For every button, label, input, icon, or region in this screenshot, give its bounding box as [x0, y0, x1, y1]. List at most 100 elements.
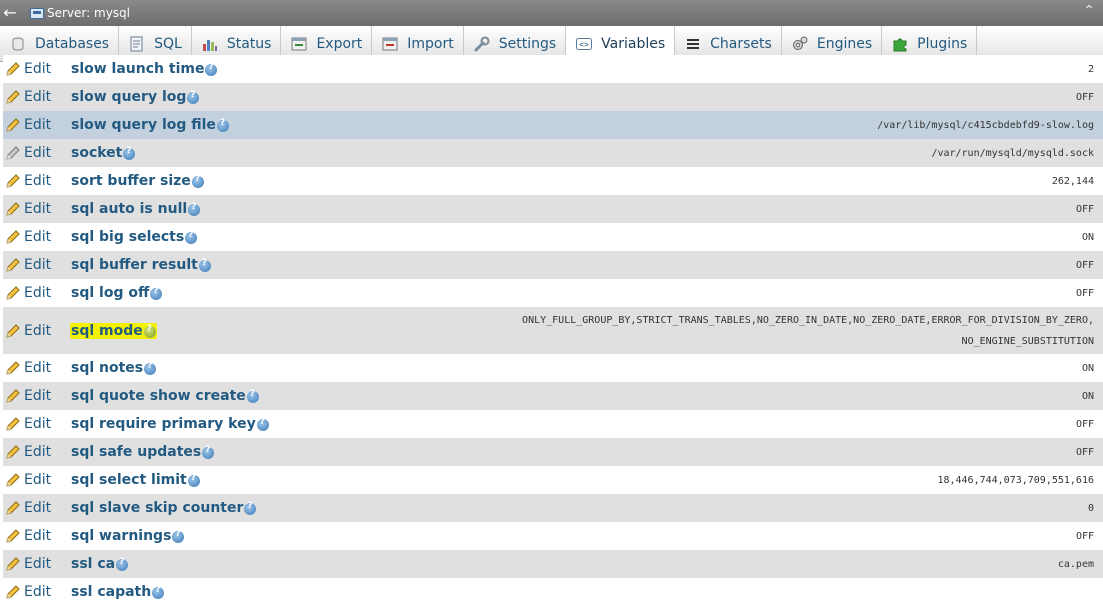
variable-name[interactable]: sort buffer size: [71, 173, 204, 189]
tab-label: Settings: [498, 35, 557, 52]
variable-name[interactable]: sql select limit: [71, 472, 200, 488]
help-icon[interactable]: [188, 202, 201, 216]
help-icon[interactable]: [198, 258, 211, 272]
edit-link[interactable]: Edit: [5, 556, 51, 572]
variable-name[interactable]: slow query log file: [71, 117, 229, 133]
variable-name[interactable]: sql big selects: [71, 229, 198, 245]
edit-link[interactable]: Edit: [5, 229, 51, 245]
edit-link[interactable]: Edit: [5, 388, 51, 404]
edit-link[interactable]: Edit: [5, 472, 51, 488]
help-icon[interactable]: [187, 90, 200, 104]
help-icon[interactable]: [123, 146, 136, 160]
help-icon[interactable]: [216, 118, 229, 132]
server-icon: [30, 7, 44, 19]
variable-value: 0: [1087, 502, 1094, 514]
page-title[interactable]: Server: mysql: [47, 6, 130, 20]
help-icon[interactable]: [256, 417, 269, 431]
help-icon[interactable]: [152, 585, 165, 599]
variable-name[interactable]: ssl ca: [71, 556, 129, 572]
tab-label: Plugins: [917, 35, 968, 52]
help-icon[interactable]: [191, 174, 204, 188]
pencil-icon: [5, 257, 21, 273]
variable-name-highlighted[interactable]: sql mode: [70, 322, 157, 339]
edit-label: Edit: [24, 173, 52, 189]
variable-name[interactable]: ssl capath: [71, 584, 165, 600]
edit-link[interactable]: Edit: [5, 89, 51, 105]
help-icon[interactable]: [205, 62, 218, 76]
edit-label: Edit: [24, 257, 52, 273]
edit-link[interactable]: Edit: [5, 173, 51, 189]
tab-label: Engines: [816, 35, 873, 52]
variable-value: /var/run/mysqld/mysqld.sock: [931, 147, 1094, 159]
variable-name-text: sql safe updates: [71, 444, 202, 460]
tab-label: Variables: [601, 35, 666, 52]
edit-label: Edit: [24, 201, 52, 217]
variable-name[interactable]: sql notes: [71, 360, 157, 376]
edit-link[interactable]: Edit: [5, 528, 51, 544]
help-icon[interactable]: [172, 529, 185, 543]
edit-link[interactable]: Edit: [5, 201, 51, 217]
table-row: Edit sql quote show create ON: [3, 382, 1103, 410]
table-row: Edit ssl ca ca.pem: [3, 550, 1103, 578]
edit-link[interactable]: Edit: [5, 257, 51, 273]
variable-value-line2: NO_ENGINE_SUBSTITUTION: [961, 335, 1094, 347]
table-row: Edit sql safe updates OFF: [3, 438, 1103, 466]
edit-link[interactable]: Edit: [5, 444, 51, 460]
variable-value: 18,446,744,073,709,551,616: [937, 474, 1094, 486]
collapse-icon[interactable]: ⌃: [1083, 3, 1095, 19]
edit-link[interactable]: Edit: [5, 360, 51, 376]
help-icon[interactable]: [116, 557, 129, 571]
back-arrow-icon[interactable]: ←: [0, 0, 20, 26]
variable-name[interactable]: slow query log: [71, 89, 200, 105]
pencil-icon: [5, 360, 21, 376]
pencil-icon: [5, 61, 21, 77]
variable-name-text: sql auto is null: [71, 201, 188, 217]
help-icon[interactable]: [202, 445, 215, 459]
variable-name[interactable]: sql slave skip counter: [71, 500, 257, 516]
variable-name-text: sql notes: [71, 360, 144, 376]
help-icon[interactable]: [143, 324, 156, 338]
help-icon[interactable]: [144, 361, 157, 375]
help-icon[interactable]: [150, 286, 163, 300]
variable-name-text: slow query log: [71, 89, 187, 105]
edit-label: Edit: [24, 500, 52, 516]
edit-link[interactable]: Edit: [5, 145, 51, 161]
pencil-icon: [5, 89, 21, 105]
help-icon[interactable]: [244, 501, 257, 515]
variable-name[interactable]: sql buffer result: [71, 257, 211, 273]
edit-link[interactable]: Edit: [5, 323, 51, 339]
variable-name[interactable]: sql auto is null: [71, 201, 201, 217]
status-icon: [202, 36, 218, 52]
edit-link[interactable]: Edit: [5, 584, 51, 600]
variable-name-text: sql warnings: [71, 528, 172, 544]
edit-link[interactable]: Edit: [5, 416, 51, 432]
variable-value: 2: [1087, 63, 1094, 75]
help-icon[interactable]: [187, 473, 200, 487]
variable-name[interactable]: sql log off: [71, 285, 163, 301]
variable-name[interactable]: sql warnings: [71, 528, 185, 544]
table-row: Edit sql big selects ON: [3, 223, 1103, 251]
variable-name-text: sql log off: [71, 285, 150, 301]
variable-name[interactable]: socket: [71, 145, 136, 161]
pencil-icon: [5, 416, 21, 432]
edit-link[interactable]: Edit: [5, 500, 51, 516]
export-icon: [291, 36, 307, 52]
edit-link[interactable]: Edit: [5, 285, 51, 301]
pencil-icon: [5, 528, 21, 544]
pencil-icon: [5, 201, 21, 217]
table-row: Edit sql select limit 18,446,744,073,709…: [3, 466, 1103, 494]
variable-name[interactable]: sql safe updates: [71, 444, 215, 460]
variable-name[interactable]: sql require primary key: [71, 416, 269, 432]
edit-link[interactable]: Edit: [5, 117, 51, 133]
edit-link[interactable]: Edit: [5, 61, 51, 77]
help-icon[interactable]: [185, 230, 198, 244]
pencil-icon: [5, 500, 21, 516]
table-row: Edit sql buffer result OFF: [3, 251, 1103, 279]
help-icon[interactable]: [246, 389, 259, 403]
variable-name[interactable]: slow launch time: [71, 61, 218, 77]
variables-table: Edit slow launch time 2 Edit slow query …: [3, 55, 1103, 602]
variable-value: ONLY_FULL_GROUP_BY,STRICT_TRANS_TABLES,N…: [522, 310, 1094, 352]
variable-name[interactable]: sql quote show create: [71, 388, 259, 404]
table-row: Edit ssl capath: [3, 578, 1103, 602]
tab-label: Charsets: [710, 35, 772, 52]
